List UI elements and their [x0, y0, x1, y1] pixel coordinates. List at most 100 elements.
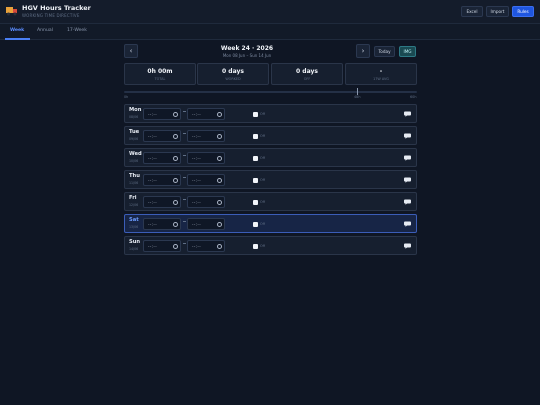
start-time-input[interactable]: --:-- [143, 196, 181, 208]
truck-icon [6, 7, 17, 16]
speech-bubble-icon[interactable] [404, 111, 411, 117]
clock-icon [173, 178, 178, 183]
tab-annual[interactable]: Annual [37, 28, 53, 33]
speech-bubble-icon[interactable] [404, 133, 411, 139]
end-time-input[interactable]: --:-- [187, 196, 225, 208]
stat-label: TOTAL [154, 77, 166, 81]
off-checkbox[interactable] [253, 112, 258, 117]
prev-week-button[interactable]: ‹ [124, 44, 138, 58]
off-checkbox[interactable] [253, 134, 258, 139]
clock-icon [217, 222, 222, 227]
day-date: 11/06 [129, 181, 139, 185]
separator [183, 155, 186, 156]
day-row-wed: Wed 10/06 --:-- --:-- Off [124, 148, 417, 167]
off-label: Off [260, 156, 266, 160]
end-time-value: --:-- [192, 200, 202, 205]
end-time-input[interactable]: --:-- [187, 130, 225, 142]
end-time-input[interactable]: --:-- [187, 152, 225, 164]
chevron-right-icon: › [361, 47, 365, 55]
scale-max-label: 60h [410, 95, 417, 99]
start-time-value: --:-- [148, 222, 158, 227]
day-row-sat: Sat 13/06 --:-- --:-- Off [124, 214, 417, 233]
stat-worked: 0 days WORKED [197, 63, 269, 85]
clock-icon [217, 134, 222, 139]
day-date: 09/06 [129, 137, 139, 141]
stat-value: 0 days [222, 68, 244, 75]
week-range: Mon 08 Jun – Sun 14 Jun [222, 53, 272, 58]
separator [183, 199, 186, 200]
day-row-thu: Thu 11/06 --:-- --:-- Off [124, 170, 417, 189]
clock-icon [173, 200, 178, 205]
stat-value: 0h 00m [147, 68, 173, 75]
separator [183, 243, 186, 244]
speech-bubble-icon[interactable] [404, 155, 411, 161]
off-checkbox[interactable] [253, 244, 258, 249]
end-time-value: --:-- [192, 134, 202, 139]
stat-off: 0 days OFF [271, 63, 343, 85]
off-label: Off [260, 200, 266, 204]
start-time-input[interactable]: --:-- [143, 152, 181, 164]
chevron-left-icon: ‹ [129, 47, 133, 55]
stat-17w-avg: - 17W AVG [345, 63, 417, 85]
start-time-value: --:-- [148, 200, 158, 205]
end-time-value: --:-- [192, 222, 202, 227]
day-date: 14/06 [129, 247, 139, 251]
off-checkbox[interactable] [253, 200, 258, 205]
start-time-value: --:-- [148, 134, 158, 139]
day-name: Sat [129, 217, 139, 223]
start-time-value: --:-- [148, 244, 158, 249]
end-time-input[interactable]: --:-- [187, 218, 225, 230]
off-label: Off [260, 134, 266, 138]
day-name: Tue [129, 129, 140, 135]
img-button[interactable]: IMG [399, 46, 416, 57]
stat-label: WORKED [225, 77, 241, 81]
end-time-input[interactable]: --:-- [187, 108, 225, 120]
day-name: Wed [129, 151, 142, 157]
app-header: HGV Hours Tracker WORKING TIME DIRECTIVE… [0, 0, 540, 24]
clock-icon [217, 200, 222, 205]
speech-bubble-icon[interactable] [404, 221, 411, 227]
day-row-mon: Mon 08/06 --:-- --:-- Off [124, 104, 417, 123]
start-time-input[interactable]: --:-- [143, 218, 181, 230]
speech-bubble-icon[interactable] [404, 199, 411, 205]
start-time-input[interactable]: --:-- [143, 130, 181, 142]
day-name: Thu [129, 173, 140, 179]
active-tab-indicator [5, 38, 30, 40]
speech-bubble-icon[interactable] [404, 243, 411, 249]
clock-icon [173, 134, 178, 139]
start-time-input[interactable]: --:-- [143, 174, 181, 186]
start-time-value: --:-- [148, 112, 158, 117]
off-checkbox[interactable] [253, 178, 258, 183]
end-time-input[interactable]: --:-- [187, 240, 225, 252]
rules-button[interactable]: Rules [512, 6, 534, 17]
off-checkbox[interactable] [253, 156, 258, 161]
clock-icon [173, 222, 178, 227]
day-date: 12/06 [129, 203, 139, 207]
clock-icon [173, 112, 178, 117]
end-time-value: --:-- [192, 178, 202, 183]
tab-week[interactable]: Week [10, 28, 24, 33]
end-time-input[interactable]: --:-- [187, 174, 225, 186]
day-name: Mon [129, 107, 142, 113]
start-time-input[interactable]: --:-- [143, 240, 181, 252]
day-row-sun: Sun 14/06 --:-- --:-- Off [124, 236, 417, 255]
tab-17-week[interactable]: 17-Week [67, 28, 87, 33]
clock-icon [173, 156, 178, 161]
clock-icon [217, 244, 222, 249]
today-button[interactable]: Today [374, 46, 395, 57]
view-tabs: Week Annual 17-Week [0, 24, 540, 40]
next-week-button[interactable]: › [356, 44, 370, 58]
stat-value: - [379, 68, 383, 75]
import-button[interactable]: Import [486, 6, 509, 17]
excel-button[interactable]: Excel [461, 6, 483, 17]
start-time-input[interactable]: --:-- [143, 108, 181, 120]
off-label: Off [260, 112, 266, 116]
app-title: HGV Hours Tracker [22, 4, 91, 12]
day-date: 10/06 [129, 159, 139, 163]
speech-bubble-icon[interactable] [404, 177, 411, 183]
separator [183, 177, 186, 178]
hours-progress-track [124, 91, 417, 93]
off-checkbox[interactable] [253, 222, 258, 227]
clock-icon [217, 156, 222, 161]
stat-total: 0h 00m TOTAL [124, 63, 196, 85]
